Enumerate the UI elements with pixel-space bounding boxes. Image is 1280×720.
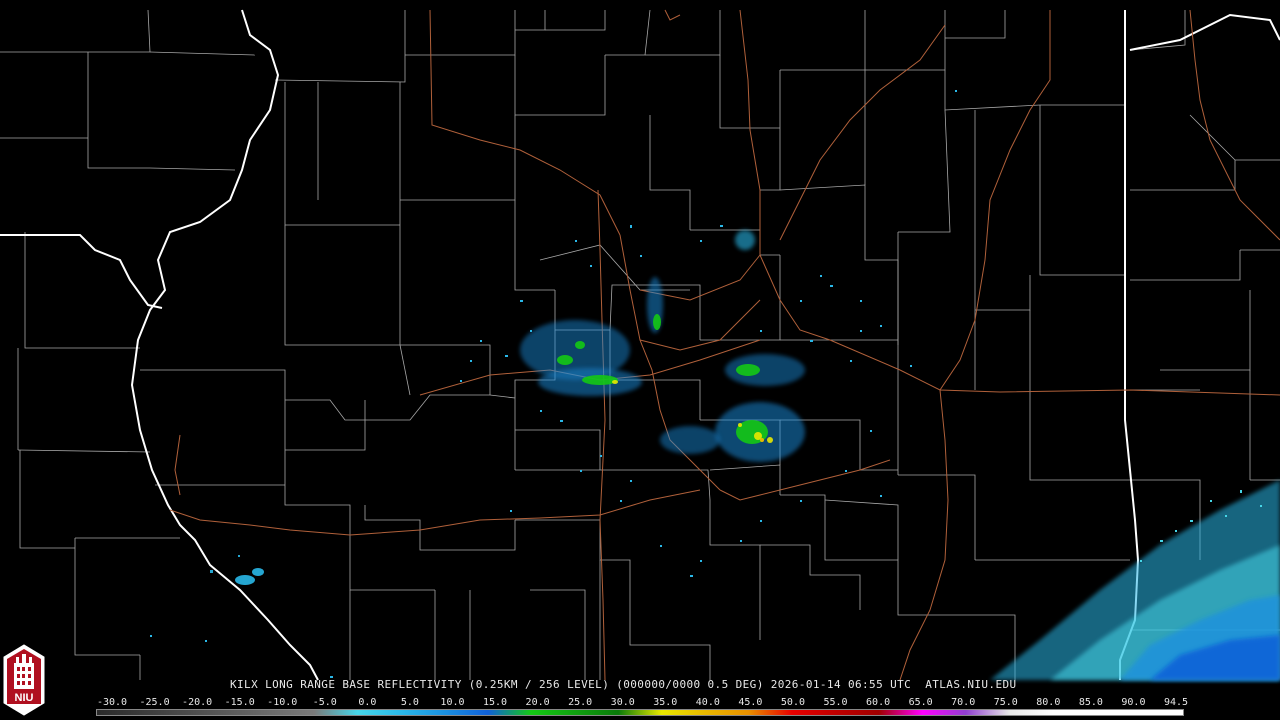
scale-label: -30.0 xyxy=(96,697,128,708)
scale-label: 75.0 xyxy=(993,697,1018,708)
reflectivity-scale-labels: -30.0 -25.0 -20.0 -15.0 -10.0 -5.0 0.0 5.0 10.0 1… xyxy=(0,697,1280,709)
scale-label: 60.0 xyxy=(866,697,891,708)
scale-label: -20.0 xyxy=(182,697,213,708)
scale-label: 65.0 xyxy=(908,697,933,708)
scale-label: 45.0 xyxy=(738,697,763,708)
product-title: KILX LONG RANGE BASE REFLECTIVITY (0.25K… xyxy=(230,678,1017,691)
scale-label: -25.0 xyxy=(139,697,170,708)
scale-label: -10.0 xyxy=(267,697,298,708)
scale-label: -15.0 xyxy=(224,697,255,708)
state-boundaries xyxy=(0,9,1280,681)
scale-label: 90.0 xyxy=(1121,697,1146,708)
scale-label: 50.0 xyxy=(780,697,805,708)
michigan-boundary xyxy=(1129,13,1280,51)
scale-label: 80.0 xyxy=(1036,697,1061,708)
scale-label: 25.0 xyxy=(568,697,593,708)
scale-label: 10.0 xyxy=(440,697,465,708)
scale-label: 40.0 xyxy=(695,697,720,708)
scale-label: 55.0 xyxy=(823,697,848,708)
radar-reflectivity xyxy=(150,90,1280,680)
scale-label: -5.0 xyxy=(312,697,337,708)
radar-map: NIU xyxy=(0,9,1280,716)
scale-label: 35.0 xyxy=(653,697,678,708)
scale-label: 85.0 xyxy=(1078,697,1103,708)
county-boundaries xyxy=(0,9,1280,680)
scale-label: 30.0 xyxy=(610,697,635,708)
scale-label: 94.5 xyxy=(1163,697,1189,708)
scale-label: 20.0 xyxy=(525,697,550,708)
scale-label: 15.0 xyxy=(482,697,508,708)
scale-label: 0.0 xyxy=(358,697,377,708)
iowa-missouri-boundary xyxy=(0,234,163,309)
scale-label: 70.0 xyxy=(951,697,976,708)
reflectivity-colorbar xyxy=(96,709,1184,716)
scale-label: 5.0 xyxy=(400,697,419,708)
